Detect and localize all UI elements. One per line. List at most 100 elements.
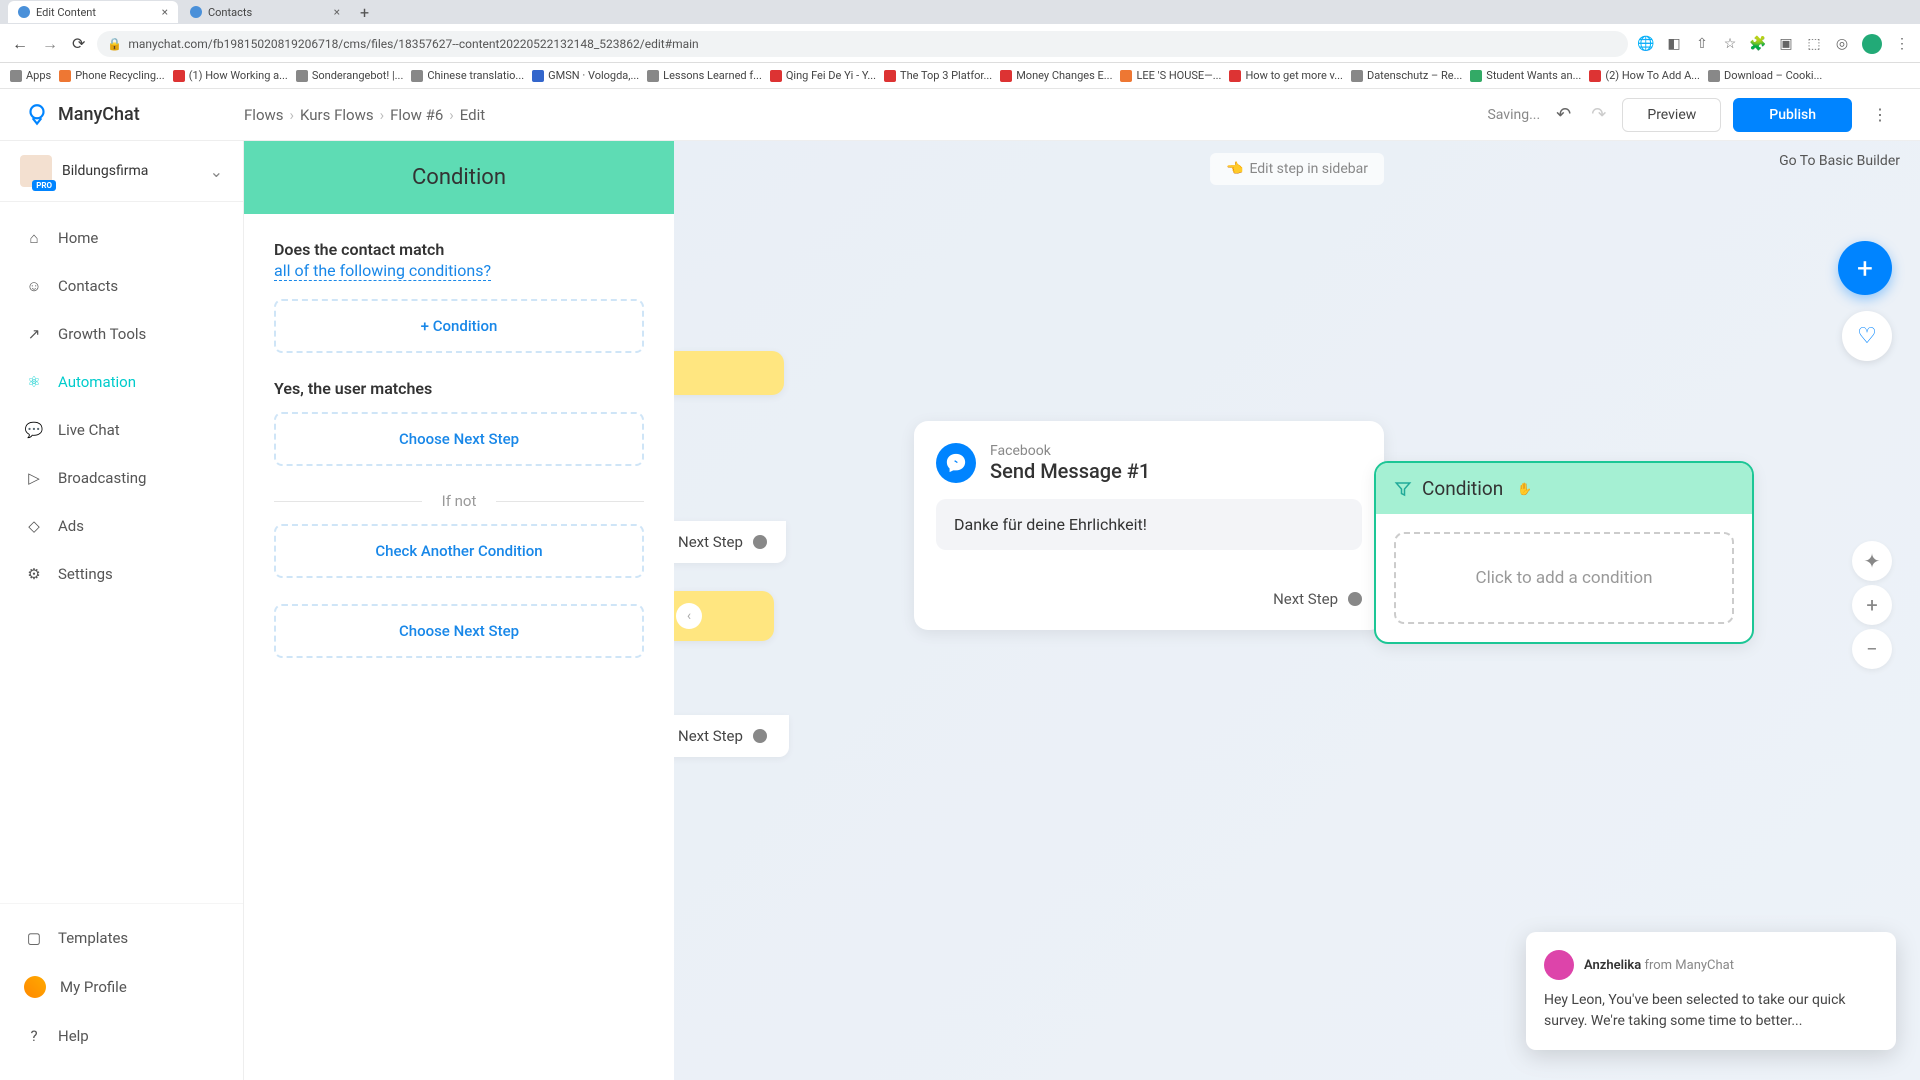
- more-menu-button[interactable]: ⋮: [1864, 101, 1896, 128]
- publish-button[interactable]: Publish: [1733, 98, 1852, 132]
- next-step-port[interactable]: Next Step: [674, 715, 789, 757]
- manychat-logo-icon: [24, 102, 50, 128]
- condition-node[interactable]: Condition ✋ Click to add a condition: [1374, 461, 1754, 644]
- basic-builder-link[interactable]: Go To Basic Builder: [1779, 153, 1900, 169]
- flow-canvas[interactable]: 👈 Edit step in sidebar Go To Basic Build…: [674, 141, 1920, 1080]
- sidebar-item-growth-tools[interactable]: ↗ Growth Tools: [0, 310, 243, 358]
- breadcrumb-item[interactable]: Flow #6: [390, 106, 443, 124]
- extension-icon[interactable]: ⬚: [1806, 36, 1822, 52]
- bookmark-item[interactable]: LEE 'S HOUSE—...: [1120, 69, 1221, 82]
- sidebar-item-templates[interactable]: ▢ Templates: [0, 914, 243, 962]
- preview-button[interactable]: Preview: [1622, 98, 1721, 132]
- browser-tab-active[interactable]: Edit Content ×: [8, 1, 178, 23]
- sidebar-item-home[interactable]: ⌂ Home: [0, 214, 243, 262]
- breadcrumb-item[interactable]: Flows: [244, 106, 284, 124]
- add-node-button[interactable]: +: [1838, 241, 1892, 295]
- sidebar-item-profile[interactable]: My Profile: [0, 962, 243, 1012]
- nav-label: Home: [58, 229, 98, 247]
- condition-mode-link[interactable]: all of the following conditions?: [274, 261, 491, 281]
- sidebar-item-live-chat[interactable]: 💬 Live Chat: [0, 406, 243, 454]
- zoom-out-button[interactable]: −: [1852, 629, 1892, 669]
- url-field[interactable]: 🔒 manychat.com/fb19815020819206718/cms/f…: [97, 31, 1628, 57]
- support-chat-widget[interactable]: Anzhelika from ManyChat Hey Leon, You've…: [1526, 932, 1896, 1050]
- next-step-port[interactable]: Next Step: [674, 521, 786, 563]
- reload-button[interactable]: ⟳: [70, 32, 87, 55]
- bookmark-item[interactable]: Lessons Learned f...: [647, 69, 762, 82]
- nav-bottom: ▢ Templates My Profile ? Help: [0, 903, 243, 1080]
- apps-button[interactable]: Apps: [10, 69, 51, 82]
- output-port[interactable]: [753, 535, 767, 549]
- sidebar-item-help[interactable]: ? Help: [0, 1012, 243, 1060]
- extension-icon[interactable]: ◎: [1834, 36, 1850, 52]
- ads-icon: ◇: [24, 516, 44, 536]
- output-port[interactable]: [753, 729, 767, 743]
- pointer-icon: 👈: [1226, 161, 1243, 177]
- bookmark-item[interactable]: Student Wants an...: [1470, 69, 1581, 82]
- chat-icon: 💬: [24, 420, 44, 440]
- back-button[interactable]: ←: [10, 32, 30, 56]
- magic-wand-button[interactable]: ✦: [1852, 541, 1892, 581]
- flow-node-partial[interactable]: [674, 351, 784, 395]
- bookmark-item[interactable]: (1) How Working a...: [173, 69, 288, 82]
- add-condition-button[interactable]: + Condition: [274, 299, 644, 353]
- browser-tab[interactable]: Contacts ×: [180, 1, 350, 23]
- message-bubble: Danke für deine Ehrlichkeit!: [936, 499, 1362, 550]
- choose-next-step-button[interactable]: Choose Next Step: [274, 412, 644, 466]
- sidebar-item-broadcasting[interactable]: ▷ Broadcasting: [0, 454, 243, 502]
- workspace-name: Bildungsfirma: [62, 163, 200, 179]
- zoom-in-button[interactable]: +: [1852, 585, 1892, 625]
- bookmark-item[interactable]: Datenschutz – Re...: [1351, 69, 1462, 82]
- sidebar-item-contacts[interactable]: ☺ Contacts: [0, 262, 243, 310]
- bookmark-item[interactable]: (2) How To Add A...: [1589, 69, 1700, 82]
- chat-sender-name: Anzhelika: [1584, 958, 1641, 973]
- sidebar-item-settings[interactable]: ⚙ Settings: [0, 550, 243, 598]
- bookmark-item[interactable]: Download – Cooki...: [1708, 69, 1822, 82]
- message-node[interactable]: Facebook Send Message #1 Danke für deine…: [914, 421, 1384, 630]
- share-icon[interactable]: ⇧: [1694, 36, 1710, 52]
- profile-avatar[interactable]: [1862, 34, 1882, 54]
- bookmark-item[interactable]: Phone Recycling...: [59, 69, 164, 82]
- avatar: [1544, 950, 1574, 980]
- question-text: Does the contact match: [274, 240, 644, 259]
- favorite-button[interactable]: ♡: [1842, 311, 1892, 361]
- close-icon[interactable]: ×: [334, 5, 340, 19]
- undo-button[interactable]: ↶: [1552, 100, 1575, 129]
- bookmark-item[interactable]: Qing Fei De Yi - Y...: [770, 69, 876, 82]
- edit-hint-banner: 👈 Edit step in sidebar: [1210, 153, 1384, 185]
- bookmark-item[interactable]: The Top 3 Platfor...: [884, 69, 992, 82]
- new-tab-button[interactable]: +: [352, 3, 377, 22]
- node-body: Click to add a condition: [1376, 514, 1752, 642]
- redo-button[interactable]: ↷: [1587, 100, 1610, 129]
- puzzle-icon[interactable]: 🧩: [1750, 36, 1766, 52]
- extension-icon[interactable]: ▣: [1778, 36, 1794, 52]
- sidebar-item-ads[interactable]: ◇ Ads: [0, 502, 243, 550]
- breadcrumb-item[interactable]: Edit: [460, 106, 485, 124]
- star-icon[interactable]: ☆: [1722, 36, 1738, 52]
- bookmark-item[interactable]: How to get more v...: [1229, 69, 1343, 82]
- zoom-controls: ✦ + −: [1852, 541, 1892, 669]
- bookmark-item[interactable]: Chinese translatio...: [411, 69, 524, 82]
- translate-icon[interactable]: 🌐: [1638, 36, 1654, 52]
- add-condition-placeholder[interactable]: Click to add a condition: [1394, 532, 1734, 624]
- choose-next-step-button[interactable]: Choose Next Step: [274, 604, 644, 658]
- node-header: Condition ✋: [1376, 463, 1752, 514]
- workspace-icon: PRO: [20, 155, 52, 187]
- sidebar-item-automation[interactable]: ⚛ Automation: [0, 358, 243, 406]
- forward-button[interactable]: →: [40, 32, 60, 56]
- close-icon[interactable]: ×: [162, 5, 168, 19]
- address-bar: ← → ⟳ 🔒 manychat.com/fb19815020819206718…: [0, 24, 1920, 63]
- workspace-selector[interactable]: PRO Bildungsfirma ⌄: [0, 141, 243, 202]
- brand-logo[interactable]: ManyChat: [24, 102, 244, 128]
- check-another-condition-button[interactable]: Check Another Condition: [274, 524, 644, 578]
- output-port[interactable]: [1348, 592, 1362, 606]
- bookmark-item[interactable]: GMSN · Vologda,...: [532, 69, 639, 82]
- flow-node-partial[interactable]: ‹: [674, 591, 774, 641]
- automation-icon: ⚛: [24, 372, 44, 392]
- breadcrumb-item[interactable]: Kurs Flows: [300, 106, 374, 124]
- menu-icon[interactable]: ⋮: [1894, 36, 1910, 52]
- extension-icon[interactable]: ◧: [1666, 36, 1682, 52]
- bookmark-item[interactable]: Sonderangebot! |...: [296, 69, 404, 82]
- panel-body: Does the contact match all of the follow…: [244, 214, 674, 710]
- broadcast-icon: ▷: [24, 468, 44, 488]
- bookmark-item[interactable]: Money Changes E...: [1000, 69, 1112, 82]
